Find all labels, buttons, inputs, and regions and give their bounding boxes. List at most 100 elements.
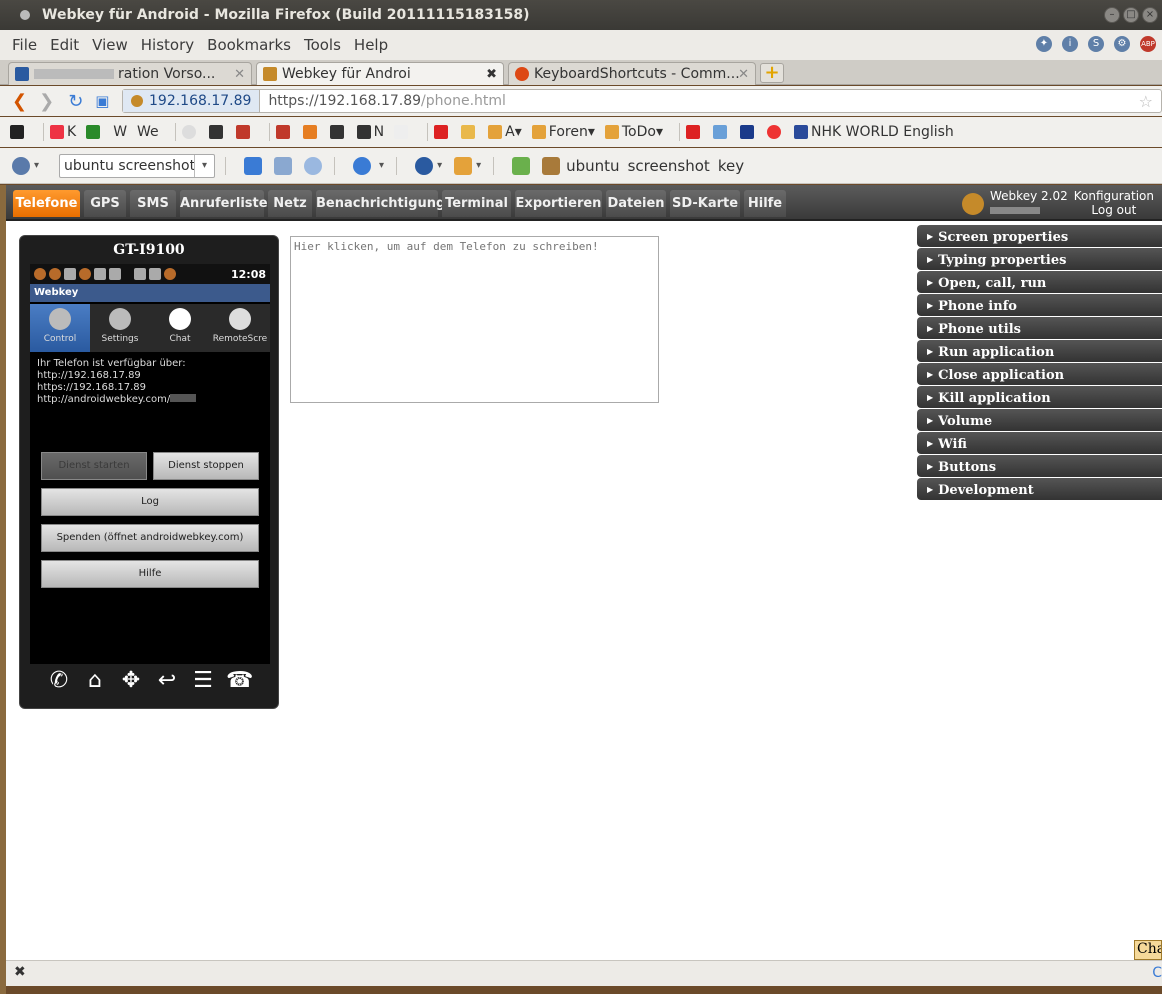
- bookmark-folder-todo[interactable]: ToDo ▾: [604, 124, 663, 140]
- panel-open-call-run[interactable]: ▶ Open, call, run: [917, 271, 1162, 293]
- help-button[interactable]: Hilfe: [41, 560, 259, 588]
- adblock-icon[interactable]: ABP: [1140, 36, 1156, 52]
- toolbar-link-ubuntu[interactable]: ubuntu: [566, 157, 619, 175]
- phone-screen[interactable]: 12:08 Webkey Control Settings Chat Remot…: [30, 264, 270, 664]
- search-icon[interactable]: [353, 156, 372, 175]
- bookmark-w[interactable]: W: [113, 124, 127, 140]
- bookmark-blue[interactable]: [712, 125, 730, 139]
- bookmark-x[interactable]: [10, 125, 27, 139]
- menu-view[interactable]: View: [92, 36, 128, 54]
- bookmark-folder-foren[interactable]: Foren ▾: [531, 124, 595, 140]
- search-combo[interactable]: ubuntu screenshot ▾: [59, 153, 216, 178]
- panel-wifi[interactable]: ▶ Wifi: [917, 432, 1162, 454]
- nav-netz[interactable]: Netz: [268, 190, 312, 217]
- window-menu-icon[interactable]: [20, 10, 30, 20]
- chevron-down-icon[interactable]: ▾: [194, 154, 214, 177]
- dpad-icon[interactable]: ✥: [118, 668, 144, 704]
- stop-service-button[interactable]: Dienst stoppen: [153, 452, 259, 480]
- nav-hilfe[interactable]: Hilfe: [744, 190, 786, 217]
- bookmark-lj[interactable]: [434, 125, 451, 139]
- panel-development[interactable]: ▶ Development: [917, 478, 1162, 500]
- panel-typing-properties[interactable]: ▶ Typing properties: [917, 248, 1162, 270]
- config-link[interactable]: Konfiguration: [1074, 189, 1154, 203]
- phone-tab-control[interactable]: Control: [30, 304, 90, 352]
- menu-help[interactable]: Help: [354, 36, 388, 54]
- skype-icon[interactable]: S: [1088, 36, 1104, 52]
- tab-1[interactable]: ration Vorso... ✕: [8, 62, 252, 85]
- close-addon-bar-icon[interactable]: ✖: [14, 964, 26, 980]
- logout-link[interactable]: Log out: [1074, 203, 1154, 217]
- bookmark-tux[interactable]: [461, 125, 478, 139]
- nav-sms[interactable]: SMS: [130, 190, 176, 217]
- tab-2[interactable]: Webkey für Androi ✖: [256, 62, 504, 85]
- bookmark-k[interactable]: K: [50, 124, 76, 140]
- chevron-down-icon[interactable]: ▾: [437, 160, 442, 171]
- close-icon[interactable]: ×: [1142, 7, 1158, 23]
- phone-tab-chat[interactable]: Chat: [150, 304, 210, 352]
- url-bar[interactable]: 192.168.17.89 https://192.168.17.89/phon…: [122, 89, 1162, 113]
- donate-button[interactable]: Spenden (öffnet androidwebkey.com): [41, 524, 259, 552]
- nav-dateien[interactable]: Dateien: [606, 190, 666, 217]
- menu-bookmarks[interactable]: Bookmarks: [207, 36, 291, 54]
- chevron-down-icon[interactable]: ▾: [476, 160, 481, 171]
- menu-history[interactable]: History: [141, 36, 194, 54]
- google-icon[interactable]: [244, 156, 263, 175]
- panel-volume[interactable]: ▶ Volume: [917, 409, 1162, 431]
- bookmark-n[interactable]: N: [356, 124, 384, 140]
- menu-file[interactable]: File: [12, 36, 37, 54]
- menu-tools[interactable]: Tools: [304, 36, 341, 54]
- folder-icon[interactable]: [454, 156, 473, 175]
- phone-tab-remote[interactable]: RemoteScre: [210, 304, 270, 352]
- menu-edit[interactable]: Edit: [50, 36, 79, 54]
- info-icon[interactable]: i: [1062, 36, 1078, 52]
- nav-telefone[interactable]: Telefone: [13, 190, 80, 217]
- globe-icon[interactable]: [12, 156, 30, 175]
- maximize-icon[interactable]: □: [1123, 7, 1139, 23]
- bookmark-green[interactable]: [86, 125, 103, 139]
- bookmark-r[interactable]: [394, 125, 411, 139]
- bookmark-dark[interactable]: [208, 125, 226, 139]
- resize-icon[interactable]: C: [1152, 965, 1162, 981]
- site-identity[interactable]: 192.168.17.89: [123, 90, 261, 112]
- chevron-down-icon[interactable]: ▾: [379, 160, 384, 171]
- start-service-button[interactable]: Dienst starten: [41, 452, 147, 480]
- reload-icon[interactable]: ↻: [68, 91, 83, 112]
- home-icon[interactable]: ▣: [95, 92, 109, 110]
- toolbar-link-key[interactable]: key: [718, 157, 744, 175]
- phone-tab-settings[interactable]: Settings: [90, 304, 150, 352]
- panel-run-application[interactable]: ▶ Run application: [917, 340, 1162, 362]
- panel-kill-application[interactable]: ▶ Kill application: [917, 386, 1162, 408]
- nav-gps[interactable]: GPS: [84, 190, 126, 217]
- tab-close-icon[interactable]: ✕: [738, 67, 749, 82]
- bookmark-folder-a[interactable]: A ▾: [488, 124, 522, 140]
- bookmark-we[interactable]: We: [137, 124, 159, 140]
- bookmark-red[interactable]: [766, 125, 784, 139]
- info-icon[interactable]: [415, 156, 434, 175]
- panel-screen-properties[interactable]: ▶ Screen properties: [917, 225, 1162, 247]
- pencil-icon[interactable]: [542, 156, 561, 175]
- network-icon[interactable]: ⚙: [1114, 36, 1130, 52]
- bookmark-star-icon[interactable]: ☆: [1139, 92, 1153, 111]
- speech-bubble-icon[interactable]: [304, 156, 323, 175]
- panel-phone-utils[interactable]: ▶ Phone utils: [917, 317, 1162, 339]
- bookmark-acrobat[interactable]: [685, 125, 703, 139]
- nav-terminal[interactable]: Terminal: [442, 190, 511, 217]
- translate-icon[interactable]: [274, 156, 293, 175]
- bookmark-at[interactable]: [181, 125, 199, 139]
- tab-3[interactable]: KeyboardShortcuts - Comm... ✕: [508, 62, 756, 85]
- chevron-down-icon[interactable]: ▾: [34, 160, 39, 171]
- typing-area[interactable]: [290, 236, 659, 403]
- forward-icon[interactable]: ❯: [39, 91, 54, 112]
- end-call-icon[interactable]: ☎: [226, 668, 253, 704]
- bookmark-on[interactable]: [329, 125, 347, 139]
- chat-tab[interactable]: Cha: [1134, 940, 1162, 960]
- bookmark-mu[interactable]: [235, 125, 253, 139]
- menu-icon[interactable]: ☰: [190, 668, 216, 704]
- bookmark-eu[interactable]: [739, 125, 757, 139]
- bookmark-orange[interactable]: [302, 125, 320, 139]
- minimize-icon[interactable]: –: [1104, 7, 1120, 23]
- call-icon[interactable]: ✆: [46, 668, 72, 704]
- highlighter-icon[interactable]: [512, 156, 531, 175]
- bookmark-tp[interactable]: [275, 125, 293, 139]
- panel-phone-info[interactable]: ▶ Phone info: [917, 294, 1162, 316]
